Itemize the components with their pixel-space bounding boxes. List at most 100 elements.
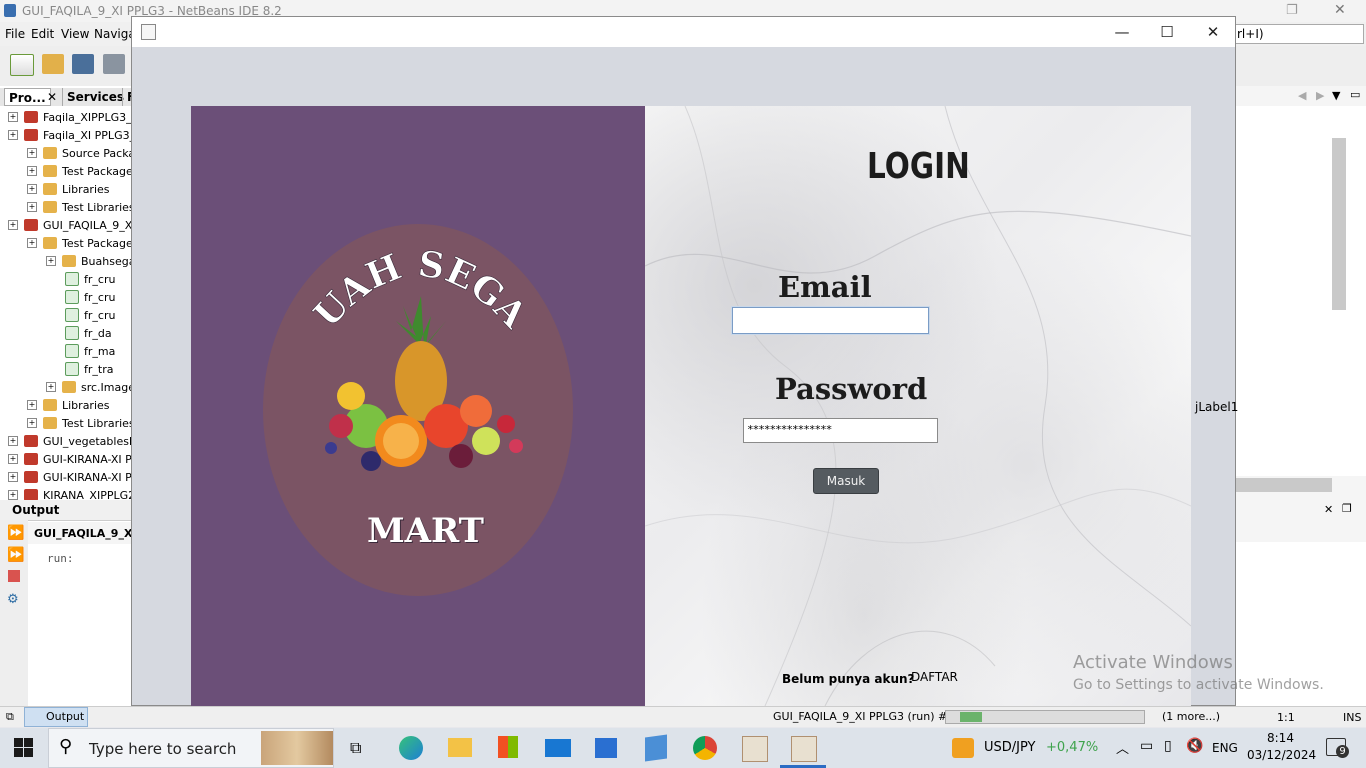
menu-navigate[interactable]: Naviga: [94, 27, 136, 41]
expand-toggle-icon[interactable]: +: [27, 418, 37, 428]
tree-item[interactable]: + GUI_FAQILA_9_X: [8, 216, 132, 234]
new-project-icon[interactable]: [42, 54, 64, 74]
tree-item[interactable]: fr_cru: [65, 288, 115, 306]
ide-search-field[interactable]: rl+I): [1232, 24, 1364, 44]
expand-toggle-icon[interactable]: +: [27, 184, 37, 194]
tree-item[interactable]: + Source Packa: [27, 144, 135, 162]
expand-toggle-icon[interactable]: +: [27, 148, 37, 158]
tree-item[interactable]: fr_da: [65, 324, 112, 342]
tree-item-label: Faqila_XIPPLG3_M: [43, 110, 142, 124]
task-view-icon[interactable]: ⧉: [350, 738, 361, 758]
close-output-icon[interactable]: ✕: [1324, 503, 1333, 516]
ide-close-icon[interactable]: ✕: [1334, 2, 1346, 18]
expand-toggle-icon[interactable]: +: [27, 238, 37, 248]
status-more[interactable]: (1 more...): [1162, 710, 1220, 723]
clock-date[interactable]: 03/12/2024: [1247, 748, 1316, 762]
stop-icon[interactable]: [8, 570, 20, 582]
nav-right-icon[interactable]: ▶: [1316, 89, 1324, 102]
minimize-icon[interactable]: —: [1107, 23, 1137, 41]
tree-item[interactable]: fr_tra: [65, 360, 113, 378]
vertical-scrollbar[interactable]: [1332, 138, 1346, 310]
close-project-icon[interactable]: [103, 54, 125, 74]
file-explorer-icon[interactable]: [448, 738, 472, 757]
expand-toggle-icon[interactable]: +: [8, 220, 18, 230]
tree-item[interactable]: + Faqila_XIPPLG3_M: [8, 108, 141, 126]
run-progress-bar: [945, 710, 1145, 724]
new-file-icon[interactable]: [10, 54, 34, 76]
network-icon[interactable]: ▭: [1140, 738, 1153, 754]
maximize-icon[interactable]: ▭: [1350, 88, 1360, 101]
expand-toggle-icon[interactable]: +: [27, 202, 37, 212]
tree-item[interactable]: + Test Libraries: [27, 198, 135, 216]
search-highlight-icon: [261, 731, 333, 765]
ticker-label[interactable]: USD/JPY: [984, 740, 1036, 755]
expand-toggle-icon[interactable]: +: [46, 382, 56, 392]
status-output-tab[interactable]: Output: [24, 707, 88, 727]
ide-restore-icon[interactable]: ❐: [1286, 3, 1298, 18]
nav-left-icon[interactable]: ◀: [1298, 89, 1306, 102]
open-project-icon[interactable]: [72, 54, 94, 74]
expand-toggle-icon[interactable]: +: [8, 436, 18, 446]
close-tab-icon[interactable]: ✕: [47, 90, 57, 104]
tab-projects[interactable]: Pro...: [4, 88, 51, 106]
tree-item[interactable]: fr_cru: [65, 306, 115, 324]
tree-item[interactable]: + Test Libraries: [27, 414, 135, 432]
expand-toggle-icon[interactable]: +: [8, 130, 18, 140]
tree-item[interactable]: + src.Image: [46, 378, 135, 396]
rerun-params-icon[interactable]: ⏩: [7, 547, 24, 563]
close-window-icon[interactable]: ✕: [1198, 23, 1228, 41]
watermark-line2: Go to Settings to activate Windows.: [1073, 677, 1324, 693]
tree-item-label: src.Image: [81, 380, 136, 394]
news-icon[interactable]: [595, 738, 617, 758]
tree-item[interactable]: + GUI-KIRANA-XI P: [8, 468, 132, 486]
maximize-window-icon[interactable]: ☐: [1152, 23, 1182, 41]
password-field[interactable]: ***************: [743, 418, 938, 443]
mail-icon[interactable]: [545, 739, 571, 757]
tree-item[interactable]: fr_cru: [65, 270, 115, 288]
settings-icon[interactable]: ⚙: [7, 592, 19, 607]
dropdown-icon[interactable]: ▼: [1332, 89, 1340, 102]
tree-item[interactable]: + Libraries: [27, 180, 110, 198]
clock-time[interactable]: 8:14: [1267, 731, 1294, 745]
battery-icon[interactable]: ▯: [1164, 738, 1172, 754]
tree-item[interactable]: + Libraries: [27, 396, 110, 414]
tray-chevron-icon[interactable]: ︿: [1116, 738, 1129, 757]
chrome-icon[interactable]: [693, 736, 717, 760]
restore-window-icon[interactable]: ⧉: [6, 710, 14, 724]
tree-item[interactable]: + Test Package: [27, 162, 133, 180]
expand-toggle-icon[interactable]: +: [27, 400, 37, 410]
tree-item[interactable]: fr_ma: [65, 342, 115, 360]
tree-item[interactable]: + Faqila_XI PPLG3_: [8, 126, 135, 144]
register-link[interactable]: DAFTAR: [911, 670, 958, 684]
email-field[interactable]: [731, 306, 930, 335]
tree-item[interactable]: + Buahsega: [46, 252, 135, 270]
menu-view[interactable]: View: [61, 27, 89, 41]
expand-toggle-icon[interactable]: +: [8, 112, 18, 122]
expand-toggle-icon[interactable]: +: [27, 166, 37, 176]
language-indicator[interactable]: ENG: [1212, 741, 1238, 755]
expand-toggle-icon[interactable]: +: [8, 472, 18, 482]
taskbar-search[interactable]: ⚲ Type here to search: [48, 728, 334, 768]
cube-app-icon[interactable]: [645, 734, 667, 762]
store-icon[interactable]: [498, 736, 518, 758]
expand-toggle-icon[interactable]: +: [46, 256, 56, 266]
tree-item[interactable]: + GUI_vegetablesh: [8, 432, 136, 450]
submit-button[interactable]: Masuk: [813, 468, 879, 494]
java-app-icon[interactable]: [742, 736, 768, 762]
tree-item[interactable]: + GUI-KIRANA-XI P: [8, 450, 132, 468]
horizontal-scrollbar[interactable]: [1236, 478, 1332, 492]
output-tab[interactable]: GUI_FAQILA_9_X: [28, 522, 132, 544]
tab-services[interactable]: Services: [62, 88, 128, 106]
windows-start-icon[interactable]: [14, 738, 33, 757]
tree-item[interactable]: + Test Package: [27, 234, 133, 252]
expand-toggle-icon[interactable]: +: [8, 454, 18, 464]
java-app-active-icon[interactable]: [791, 736, 817, 762]
menu-file[interactable]: File: [5, 27, 25, 41]
volume-muted-icon[interactable]: 🔇: [1186, 738, 1203, 754]
expand-toggle-icon[interactable]: +: [8, 490, 18, 500]
login-form-panel: LOGIN Email Password *************** Mas…: [645, 106, 1191, 706]
rerun-icon[interactable]: ⏩: [7, 525, 24, 541]
edge-icon[interactable]: [399, 736, 423, 760]
restore-output-icon[interactable]: ❐: [1342, 502, 1352, 515]
menu-edit[interactable]: Edit: [31, 27, 54, 41]
